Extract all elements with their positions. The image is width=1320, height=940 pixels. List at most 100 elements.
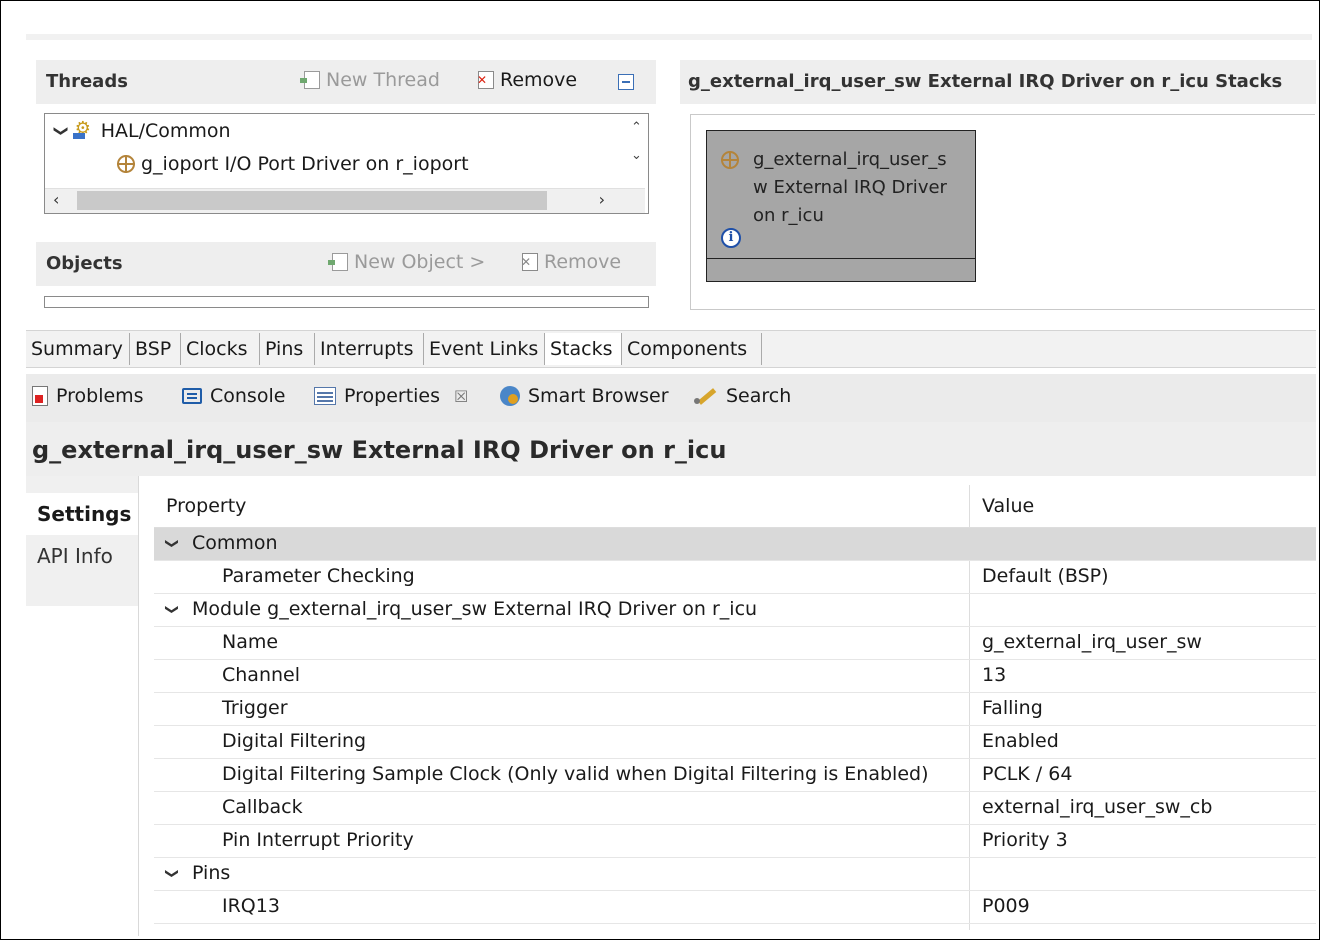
module-icon [721, 151, 739, 169]
objects-list [44, 296, 649, 308]
scroll-left-icon[interactable]: ‹ [53, 190, 59, 209]
remove-object-label: Remove [544, 251, 622, 273]
table-row[interactable]: IRQ13 P009 [154, 891, 1316, 924]
new-object-button[interactable]: New Object > [328, 251, 486, 273]
view-tab-properties[interactable]: Properties ☒ [314, 385, 468, 407]
info-icon[interactable]: i [721, 228, 741, 248]
views-bar: Problems Console Properties ☒ Smart Brow… [26, 374, 1316, 422]
table-row-common[interactable]: ❯ Common [154, 528, 1316, 561]
property-value[interactable]: Falling [982, 697, 1043, 719]
table-row-pins[interactable]: ❯ Pins [154, 858, 1316, 891]
property-key: Digital Filtering [222, 730, 367, 752]
collapse-all-icon [618, 74, 634, 90]
property-key: Digital Filtering Sample Clock (Only val… [222, 763, 929, 785]
module-icon [117, 155, 135, 173]
property-key: Pins [192, 862, 231, 884]
chevron-down-icon[interactable]: ❯ [164, 538, 179, 549]
property-value[interactable]: 13 [982, 664, 1006, 686]
smart-browser-icon [500, 386, 520, 406]
properties-icon [314, 387, 336, 405]
threads-title: Threads [46, 71, 128, 92]
table-row[interactable]: Name g_external_irq_user_sw [154, 627, 1316, 660]
property-value[interactable]: Default (BSP) [982, 565, 1109, 587]
property-value[interactable]: external_irq_user_sw_cb [982, 796, 1212, 818]
remove-object-button[interactable]: Remove [521, 251, 622, 273]
collapse-all-button[interactable] [618, 74, 634, 90]
tab-clocks[interactable]: Clocks [181, 333, 260, 365]
property-key: Trigger [222, 697, 288, 719]
chevron-down-icon[interactable]: ❯ [164, 868, 179, 879]
tree-item-hal-common[interactable]: ❯ HAL/Common [52, 118, 231, 142]
remove-icon [521, 253, 538, 271]
tab-event-links[interactable]: Event Links [424, 333, 545, 365]
side-tabs-divider [138, 476, 139, 936]
table-row-module[interactable]: ❯ Module g_external_irq_user_sw External… [154, 594, 1316, 627]
scrollbar-thumb[interactable] [77, 191, 547, 210]
stacks-header: g_external_irq_user_sw External IRQ Driv… [680, 60, 1316, 104]
scroll-up-icon[interactable]: ⌃ [631, 120, 642, 135]
scroll-right-icon[interactable]: › [599, 190, 605, 209]
stack-module-footer [707, 258, 975, 281]
properties-title: g_external_irq_user_sw External IRQ Driv… [32, 436, 727, 464]
property-key: Parameter Checking [222, 565, 415, 587]
view-tab-problems[interactable]: Problems [32, 385, 144, 407]
property-key: IRQ13 [222, 895, 280, 917]
new-object-icon [328, 253, 348, 271]
table-row[interactable]: Callback external_irq_user_sw_cb [154, 792, 1316, 825]
tab-stacks[interactable]: Stacks [545, 333, 622, 365]
problems-icon [32, 386, 48, 406]
tab-summary[interactable]: Summary [26, 333, 130, 365]
objects-title: Objects [46, 253, 123, 274]
table-row[interactable]: Digital Filtering Enabled [154, 726, 1316, 759]
table-row[interactable]: Trigger Falling [154, 693, 1316, 726]
remove-thread-button[interactable]: Remove [477, 69, 578, 91]
tab-bsp[interactable]: BSP [130, 333, 181, 365]
view-tab-search[interactable]: Search [694, 385, 791, 407]
remove-icon [477, 71, 494, 89]
remove-thread-label: Remove [500, 69, 578, 91]
property-value[interactable]: Enabled [982, 730, 1059, 752]
view-tab-smart-browser[interactable]: Smart Browser [500, 385, 669, 407]
table-row[interactable]: Parameter Checking Default (BSP) [154, 561, 1316, 594]
scroll-down-icon[interactable]: ⌄ [631, 148, 642, 163]
tree-item-g-ioport[interactable]: g_ioport I/O Port Driver on r_ioport [117, 153, 469, 175]
console-icon [182, 388, 202, 404]
tab-pins[interactable]: Pins [260, 333, 315, 365]
horizontal-scrollbar[interactable]: ‹ › [45, 188, 645, 213]
stack-module-block[interactable]: g_external_irq_user_s w External IRQ Dri… [706, 130, 976, 282]
search-icon [694, 386, 718, 406]
editor-tabs: Summary BSP Clocks Pins Interrupts Event… [26, 330, 1316, 368]
view-tab-console[interactable]: Console [182, 385, 285, 407]
property-key: Callback [222, 796, 303, 818]
chevron-down-icon: ❯ [52, 125, 69, 137]
threads-tree: ❯ HAL/Common g_ioport I/O Port Driver on… [44, 113, 649, 214]
property-value[interactable]: Priority 3 [982, 829, 1068, 851]
new-thread-button[interactable]: New Thread [300, 69, 440, 91]
view-tab-label: Problems [56, 385, 144, 407]
new-thread-label: New Thread [326, 69, 440, 91]
tab-settings[interactable]: Settings [26, 493, 138, 535]
property-key: Pin Interrupt Priority [222, 829, 414, 851]
properties-title-bar: g_external_irq_user_sw External IRQ Driv… [26, 422, 1316, 476]
vertical-scrollbar[interactable]: ⌃ ⌄ [626, 114, 648, 189]
tab-components[interactable]: Components [622, 333, 762, 365]
table-row[interactable]: Channel 13 [154, 660, 1316, 693]
tab-api-info[interactable]: API Info [26, 535, 138, 577]
property-table-header: Property Value [154, 485, 1316, 528]
new-object-label: New Object > [354, 251, 486, 273]
tab-interrupts[interactable]: Interrupts [315, 333, 424, 365]
objects-header: Objects New Object > Remove [36, 242, 656, 286]
property-key: Name [222, 631, 279, 653]
property-value[interactable]: P009 [982, 895, 1030, 917]
stacks-title: g_external_irq_user_sw External IRQ Driv… [688, 71, 1283, 92]
close-icon[interactable]: ☒ [454, 387, 468, 406]
property-value[interactable]: PCLK / 64 [982, 763, 1072, 785]
property-key: Module g_external_irq_user_sw External I… [192, 598, 758, 620]
table-row[interactable]: Pin Interrupt Priority Priority 3 [154, 825, 1316, 858]
view-tab-label: Properties [344, 385, 441, 407]
column-header-value[interactable]: Value [982, 495, 1034, 517]
property-value[interactable]: g_external_irq_user_sw [982, 631, 1202, 653]
table-row[interactable]: Digital Filtering Sample Clock (Only val… [154, 759, 1316, 792]
column-header-property[interactable]: Property [166, 495, 246, 517]
chevron-down-icon[interactable]: ❯ [164, 604, 179, 615]
